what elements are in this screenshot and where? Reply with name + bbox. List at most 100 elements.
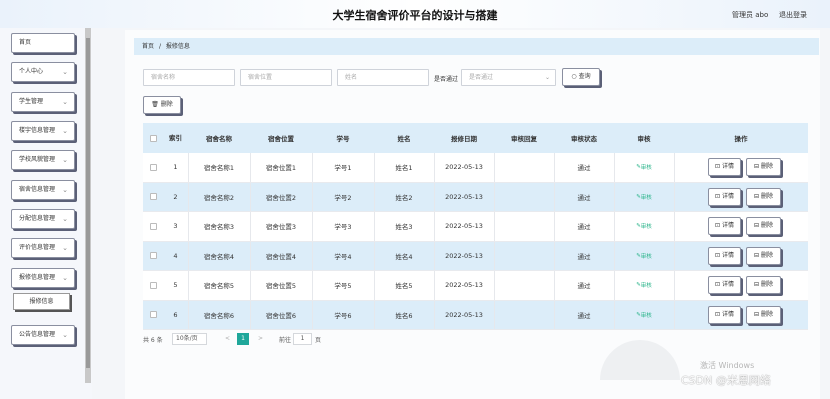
cell-loc: 宿舍位置6 xyxy=(265,311,297,320)
breadcrumb-home[interactable]: 首页 xyxy=(142,43,154,50)
audit-link[interactable]: ✎ 审核 xyxy=(614,301,674,330)
chevron-down-icon: ⌄ xyxy=(62,215,68,223)
cell-date: 2022-05-13 xyxy=(445,251,483,260)
sidebar-item-3[interactable]: 楼宇信息管理 ⌄ xyxy=(11,121,75,141)
dorm-location-input[interactable]: 宿舍位置 xyxy=(240,69,332,86)
audit-link[interactable]: ✎ 审核 xyxy=(614,153,674,182)
chevron-down-icon: ⌄ xyxy=(62,331,68,339)
sidebar-item-9[interactable]: 公告信息管理 ⌄ xyxy=(11,325,75,345)
delete-button[interactable]: ⊟ 删除 xyxy=(746,217,781,235)
chevron-down-icon: ⌄ xyxy=(62,156,68,164)
detail-label: 详情 xyxy=(721,222,734,229)
select-all-checkbox[interactable] xyxy=(149,134,157,142)
sidebar-item-7[interactable]: 评价信息管理 ⌄ xyxy=(11,238,75,258)
delete-button[interactable]: ⊟ 删除 xyxy=(746,246,781,265)
detail-button[interactable]: ⊡ 详情 xyxy=(708,276,741,294)
chevron-down-icon: ⌄ xyxy=(62,274,68,282)
breadcrumb: 首页 / 报修信息 xyxy=(134,38,819,55)
row-checkbox[interactable] xyxy=(149,222,157,230)
row-checkbox[interactable] xyxy=(149,281,157,289)
delete-label: 删除 xyxy=(760,251,773,259)
cell-name: 宿舍名称3 xyxy=(203,223,235,232)
row-select-cell[interactable] xyxy=(143,301,163,330)
delete-button[interactable]: ⊟ 删除 xyxy=(746,276,781,294)
cell-reply xyxy=(494,153,554,182)
cell-sname: 姓名1 xyxy=(395,164,413,173)
sidebar-item-0[interactable]: 首页 xyxy=(11,33,75,53)
row-select-cell[interactable] xyxy=(143,271,163,300)
cell-reply xyxy=(494,212,554,241)
pass-select-value: 是否通过 xyxy=(469,74,494,81)
row-checkbox[interactable] xyxy=(149,163,157,171)
chevron-down-icon: ⌄ xyxy=(62,127,68,135)
audit-link[interactable]: ✎ 审核 xyxy=(614,212,674,241)
page-size-select[interactable]: 10条/页 xyxy=(172,333,207,345)
submenu-repair-info[interactable]: 报修信息 xyxy=(13,293,70,310)
detail-label: 详情 xyxy=(721,281,734,288)
row-checkbox[interactable] xyxy=(149,193,157,201)
row-select-cell[interactable] xyxy=(143,153,163,182)
goto-unit: 页 xyxy=(315,337,322,344)
detail-button[interactable]: ⊡ 详情 xyxy=(708,246,741,265)
delete-button[interactable]: ⊟ 删除 xyxy=(746,158,781,176)
repair-table: 索引 宿舍名称 宿舍位置 学号 姓名 报修日期 审核回复 审核状态 审核 操作 … xyxy=(143,123,808,330)
page-1-button[interactable]: 1 xyxy=(237,333,249,345)
row-select-cell[interactable] xyxy=(143,212,163,241)
column-divider xyxy=(674,153,675,182)
row-checkbox[interactable] xyxy=(149,252,157,260)
dorm-name-input[interactable]: 宿舍名称 xyxy=(143,69,235,86)
table-row: 2 宿舍名称2 宿舍位置2 学号2 姓名2 2022-05-13 通过 ✎ 审核 ⊡ 详情 ⊟ 删… xyxy=(143,182,808,212)
chevron-down-icon: ⌄ xyxy=(62,98,68,106)
audit-link-label: 审核 xyxy=(640,253,652,260)
cell-loc: 宿舍位置2 xyxy=(265,193,297,202)
sidebar-item-8[interactable]: 报修信息管理 ⌄ xyxy=(11,268,75,288)
logout-link[interactable]: 退出登录 xyxy=(779,10,807,20)
detail-label: 详情 xyxy=(721,310,734,318)
chevron-down-icon: ⌄ xyxy=(544,74,550,81)
cell-idx: 1 xyxy=(173,163,178,172)
sidebar-item-4[interactable]: 学校风貌管理 ⌄ xyxy=(11,150,75,170)
detail-button[interactable]: ⊡ 详情 xyxy=(708,158,741,176)
sidebar-item-2[interactable]: 学生管理 ⌄ xyxy=(11,92,75,112)
bulk-delete-button[interactable]: 🗑 删除 xyxy=(143,96,181,114)
sidebar-item-label: 分配信息管理 xyxy=(19,215,56,222)
audit-link[interactable]: ✎ 审核 xyxy=(614,271,674,300)
header-dorm-name: 宿舍名称 xyxy=(206,135,232,143)
goto-label: 前往 xyxy=(279,337,292,344)
cell-status: 通过 xyxy=(577,223,591,232)
prev-page-button[interactable]: < xyxy=(225,335,230,342)
goto-page-input[interactable]: 1 xyxy=(293,333,312,345)
header-dorm-location: 宿舍位置 xyxy=(268,135,294,143)
table-row: 6 宿舍名称6 宿舍位置6 学号6 姓名6 2022-05-13 通过 ✎ 审核 ⊡ 详情 ⊟ 删… xyxy=(143,300,808,330)
sidebar-item-label: 报修信息管理 xyxy=(19,274,56,281)
next-page-button[interactable]: > xyxy=(258,335,263,342)
detail-button[interactable]: ⊡ 详情 xyxy=(708,187,741,206)
table-row: 3 宿舍名称3 宿舍位置3 学号3 姓名3 2022-05-13 通过 ✎ 审核 ⊡ 详情 ⊟ 删… xyxy=(143,212,808,242)
cell-date: 2022-05-13 xyxy=(445,310,483,319)
detail-button[interactable]: ⊡ 详情 xyxy=(708,217,741,235)
sidebar-item-6[interactable]: 分配信息管理 ⌄ xyxy=(11,209,75,229)
detail-button[interactable]: ⊡ 详情 xyxy=(708,305,741,324)
cell-status: 通过 xyxy=(577,193,591,202)
row-select-cell[interactable] xyxy=(143,242,163,271)
cell-sname: 姓名6 xyxy=(395,311,413,320)
delete-button[interactable]: ⊟ 删除 xyxy=(746,305,781,324)
delete-button[interactable]: ⊟ 删除 xyxy=(746,187,781,206)
name-input[interactable]: 姓名 xyxy=(337,69,429,86)
row-checkbox[interactable] xyxy=(149,311,157,319)
audit-link[interactable]: ✎ 审核 xyxy=(614,183,674,212)
header-index: 索引 xyxy=(169,133,182,142)
cell-loc: 宿舍位置3 xyxy=(265,223,297,232)
sidebar-item-5[interactable]: 宿舍信息管理 ⌄ xyxy=(11,180,75,200)
cell-date: 2022-05-13 xyxy=(445,222,483,231)
pass-select[interactable]: 是否通过 ⌄ xyxy=(461,69,556,86)
cell-status: 通过 xyxy=(577,164,591,173)
select-all-cell[interactable] xyxy=(143,123,163,153)
audit-link[interactable]: ✎ 审核 xyxy=(614,242,674,271)
query-button[interactable]: ○ 查询 xyxy=(562,68,600,86)
sidebar-item-label: 首页 xyxy=(19,39,32,46)
sidebar-scrollbar-thumb[interactable] xyxy=(86,38,90,368)
cell-reply xyxy=(494,271,554,300)
row-select-cell[interactable] xyxy=(143,183,163,212)
sidebar-item-1[interactable]: 个人中心 ⌄ xyxy=(11,62,75,82)
